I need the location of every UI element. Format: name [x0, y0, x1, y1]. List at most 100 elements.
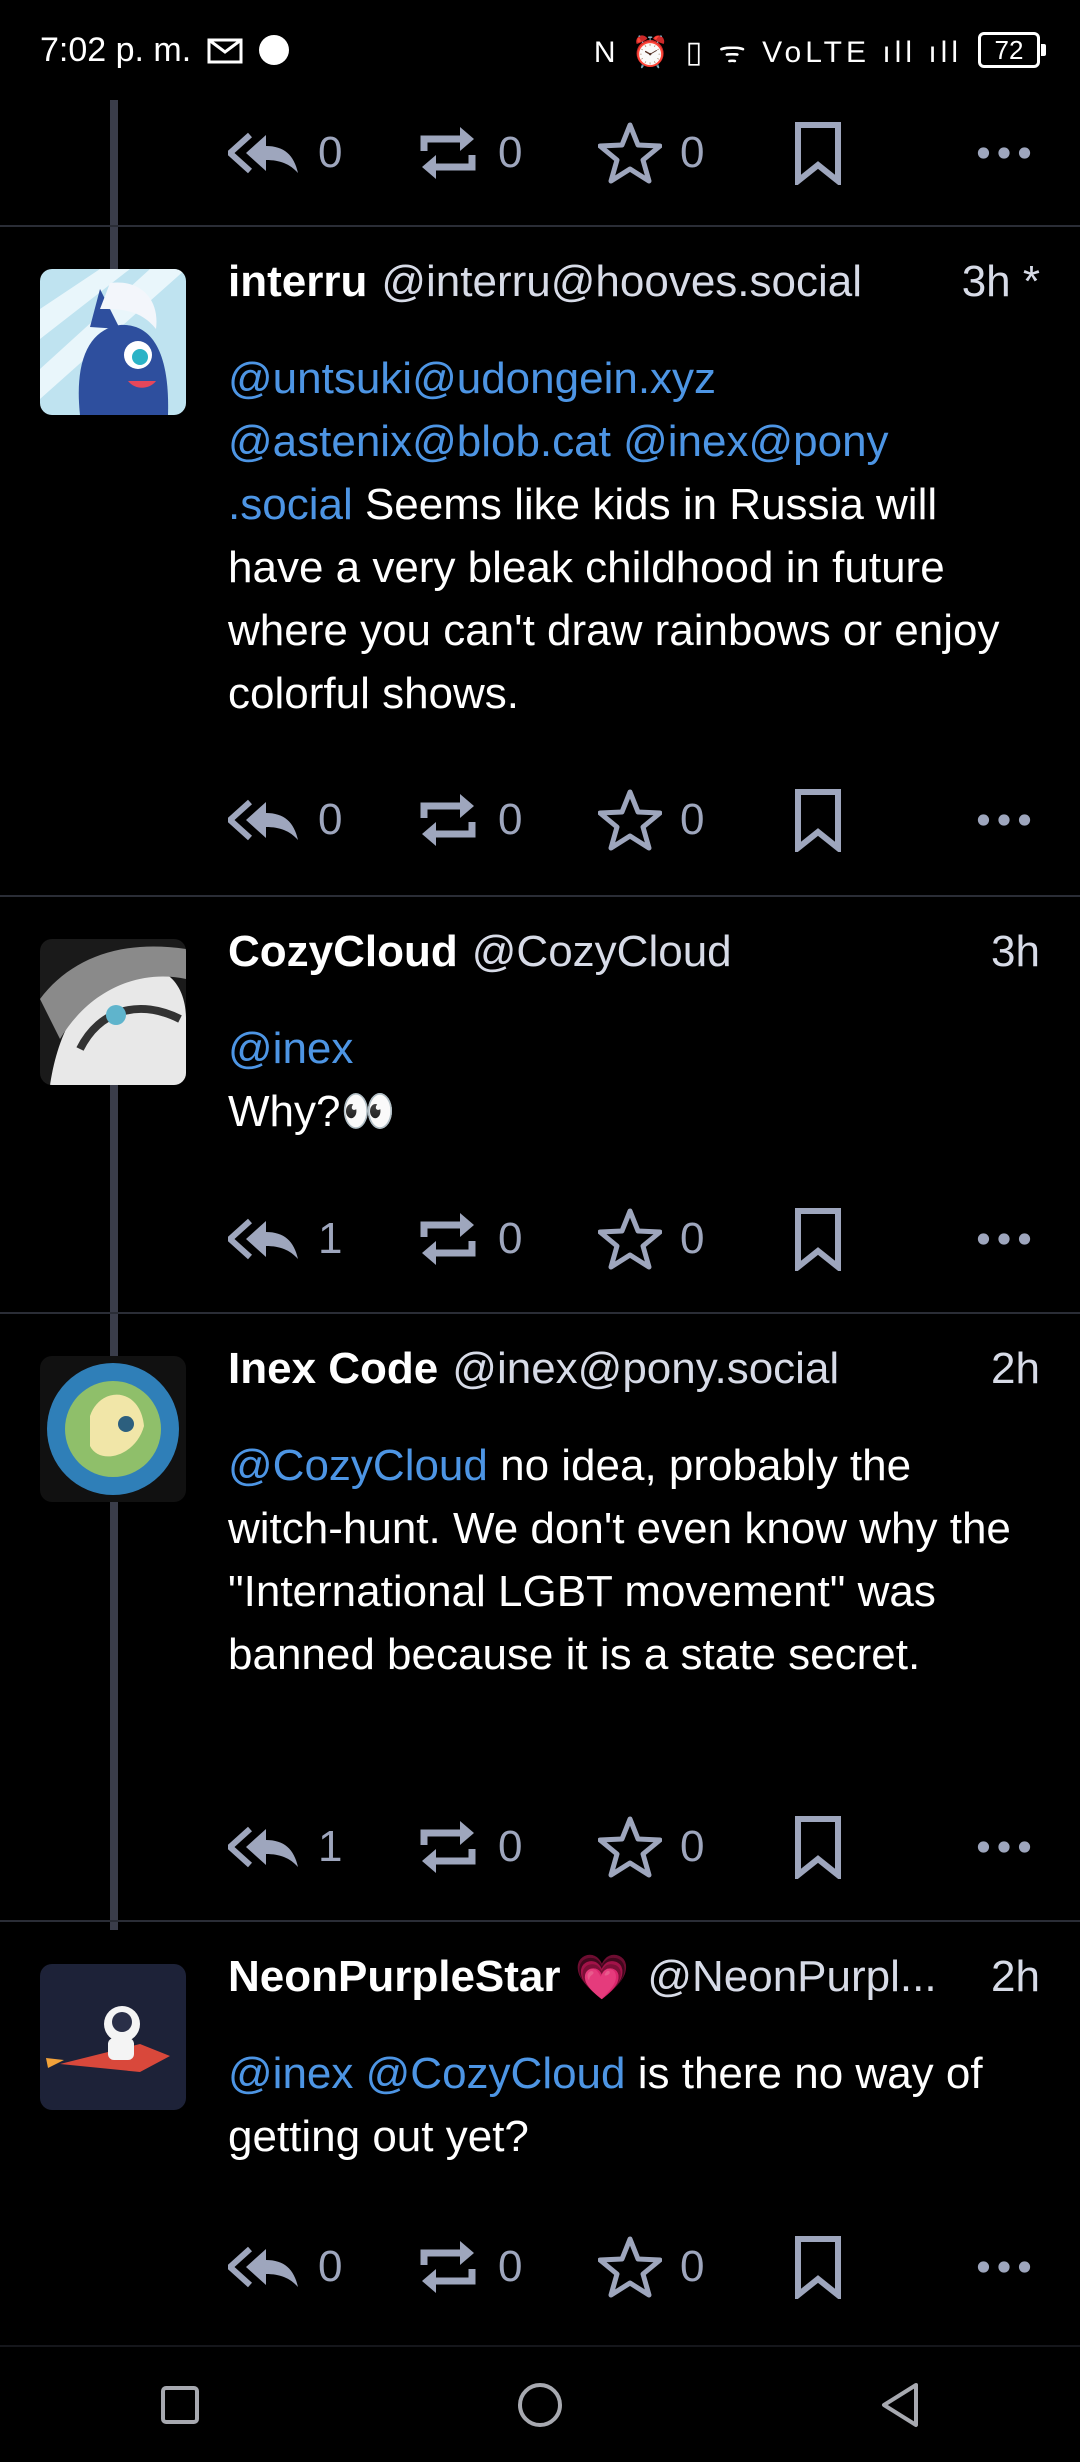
- favourite-count: 0: [680, 795, 705, 844]
- boost-icon: [416, 788, 480, 852]
- handle[interactable]: @NeonPurpl...: [647, 1952, 971, 2002]
- more-button[interactable]: [976, 1802, 1032, 1892]
- bookmark-button[interactable]: [794, 775, 842, 865]
- recents-button[interactable]: [120, 2355, 240, 2455]
- bookmark-icon: [794, 788, 842, 852]
- boost-button[interactable]: 0: [416, 1194, 522, 1284]
- back-button[interactable]: [840, 2355, 960, 2455]
- boost-button[interactable]: 0: [416, 1802, 522, 1892]
- mention-link[interactable]: @untsuki@udongein.xyz: [228, 354, 716, 403]
- post-item[interactable]: Inex Code @inex@pony.social 2h @CozyClou…: [0, 1314, 1080, 1920]
- timestamp[interactable]: 3h *: [962, 257, 1040, 307]
- mention-link[interactable]: .social: [228, 480, 353, 529]
- display-name[interactable]: Inex Code: [228, 1344, 438, 1394]
- timestamp[interactable]: 2h: [991, 1344, 1040, 1394]
- reply-button[interactable]: 0: [228, 2222, 342, 2312]
- avatar[interactable]: [40, 1964, 186, 2110]
- boost-button[interactable]: 0: [416, 775, 522, 865]
- post-item[interactable]: CozyCloud @CozyCloud 3h @inex Why?👀 1 0 …: [0, 897, 1080, 1312]
- favourite-button[interactable]: 0: [598, 108, 704, 198]
- reply-button[interactable]: 1: [228, 1194, 342, 1284]
- more-button[interactable]: [976, 2222, 1032, 2312]
- reply-count: 1: [318, 1214, 343, 1263]
- handle[interactable]: @interru@hooves.social: [381, 257, 941, 307]
- reply-count: 0: [318, 2242, 343, 2291]
- reply-all-icon: [228, 796, 300, 844]
- favourite-count: 0: [680, 1214, 705, 1263]
- reply-count: 0: [318, 128, 343, 177]
- reply-all-icon: [228, 2243, 300, 2291]
- more-button[interactable]: [976, 775, 1032, 865]
- timestamp[interactable]: 3h: [991, 927, 1040, 977]
- post-content: @inex Why?👀: [228, 1017, 1028, 1143]
- bookmark-icon: [794, 121, 842, 185]
- reply-button[interactable]: 0: [228, 108, 342, 198]
- boost-count: 0: [498, 795, 523, 844]
- timestamp[interactable]: 2h: [991, 1952, 1040, 2002]
- home-circle-icon: [518, 2382, 562, 2427]
- action-row: 1 0 0: [228, 1802, 1038, 1892]
- bookmark-button[interactable]: [794, 1802, 842, 1892]
- home-button[interactable]: [480, 2355, 600, 2455]
- post-header: interru @interru@hooves.social 3h *: [228, 252, 1040, 312]
- post-header: Inex Code @inex@pony.social 2h: [228, 1339, 1040, 1399]
- display-name[interactable]: NeonPurpleStar: [228, 1952, 561, 2002]
- mention-link[interactable]: @inex: [228, 2049, 353, 2098]
- reply-button[interactable]: 1: [228, 1802, 342, 1892]
- star-icon: [598, 1207, 662, 1271]
- more-icon: [976, 145, 1032, 161]
- bookmark-button[interactable]: [794, 2222, 842, 2312]
- boost-icon: [416, 1207, 480, 1271]
- more-button[interactable]: [976, 108, 1032, 198]
- status-icons: N ⏰ ▯ ᯤ VoLTE ıll ıll: [593, 35, 962, 69]
- status-time: 7:02 p. m.: [40, 30, 192, 69]
- bookmark-button[interactable]: [794, 108, 842, 198]
- post-item[interactable]: NeonPurpleStar 💗 @NeonPurpl... 2h @inex …: [0, 1922, 1080, 2342]
- bookmark-icon: [794, 2235, 842, 2299]
- post-header: CozyCloud @CozyCloud 3h: [228, 922, 1040, 982]
- display-name[interactable]: CozyCloud: [228, 927, 458, 977]
- gmail-icon: [207, 38, 243, 64]
- action-row: 0 0 0: [228, 108, 1038, 198]
- handle[interactable]: @CozyCloud: [472, 927, 971, 977]
- favourite-count: 0: [680, 1822, 705, 1871]
- pony-avatar-icon: [40, 269, 186, 415]
- status-right: N ⏰ ▯ ᯤ VoLTE ıll ıll 72: [593, 30, 1046, 71]
- avatar[interactable]: [40, 269, 186, 415]
- avatar[interactable]: [40, 939, 186, 1085]
- avatar[interactable]: [40, 1356, 186, 1502]
- more-icon: [976, 1839, 1032, 1855]
- handle[interactable]: @inex@pony.social: [452, 1344, 971, 1394]
- post-content: @inex @CozyCloud is there no way of gett…: [228, 2042, 1028, 2168]
- action-row: 1 0 0: [228, 1194, 1038, 1284]
- boost-button[interactable]: 0: [416, 108, 522, 198]
- display-name[interactable]: interru: [228, 257, 367, 307]
- mention-link[interactable]: @CozyCloud: [366, 2049, 626, 2098]
- more-button[interactable]: [976, 1194, 1032, 1284]
- boost-count: 0: [498, 2242, 523, 2291]
- favourite-button[interactable]: 0: [598, 2222, 704, 2312]
- reply-all-icon: [228, 129, 300, 177]
- mention-link[interactable]: @CozyCloud: [228, 1441, 488, 1490]
- post-item[interactable]: interru @interru@hooves.social 3h * @unt…: [0, 227, 1080, 897]
- more-icon: [976, 1231, 1032, 1247]
- action-row: 0 0 0: [228, 775, 1038, 865]
- reply-all-icon: [228, 1215, 300, 1263]
- favourite-button[interactable]: 0: [598, 1802, 704, 1892]
- bookmark-icon: [794, 1207, 842, 1271]
- boost-count: 0: [498, 128, 523, 177]
- status-left: 7:02 p. m.: [40, 30, 290, 70]
- favourite-button[interactable]: 0: [598, 775, 704, 865]
- mention-link[interactable]: @inex@pony: [623, 417, 888, 466]
- reply-count: 0: [318, 795, 343, 844]
- post-header: NeonPurpleStar 💗 @NeonPurpl... 2h: [228, 1947, 1040, 2007]
- mention-link[interactable]: @astenix@blob.cat: [228, 417, 611, 466]
- mention-link[interactable]: @inex: [228, 1024, 353, 1073]
- boost-button[interactable]: 0: [416, 2222, 522, 2312]
- recents-square-icon: [161, 2385, 199, 2424]
- bookmark-button[interactable]: [794, 1194, 842, 1284]
- reply-button[interactable]: 0: [228, 775, 342, 865]
- favourite-button[interactable]: 0: [598, 1194, 704, 1284]
- more-icon: [976, 2259, 1032, 2275]
- pony-avatar-icon: [40, 939, 186, 1085]
